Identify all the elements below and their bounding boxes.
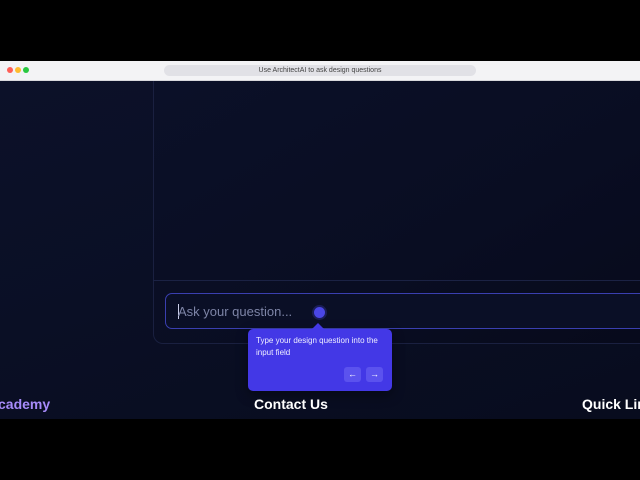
address-bar[interactable]: Use ArchitectAI to ask design questions <box>164 65 476 76</box>
tour-prev-button[interactable]: ← <box>344 367 361 382</box>
title-bar: Use ArchitectAI to ask design questions <box>0 61 640 81</box>
arrow-left-icon: ← <box>348 369 357 379</box>
page-content: Type your design question into the input… <box>0 81 640 419</box>
close-window-button[interactable] <box>7 67 13 73</box>
chat-panel-divider <box>153 280 640 281</box>
footer-quick-links-heading: Quick Lin <box>582 396 640 412</box>
tooltip-text: Type your design question into the input… <box>256 336 378 357</box>
tour-next-button[interactable]: → <box>366 367 383 382</box>
tour-beacon[interactable] <box>314 307 325 318</box>
footer-brand[interactable]: cademy <box>0 396 50 412</box>
footer-contact-heading: Contact Us <box>254 396 328 412</box>
tooltip-arrow <box>312 323 324 329</box>
question-input-container[interactable] <box>165 293 640 329</box>
arrow-right-icon: → <box>370 369 379 379</box>
minimize-window-button[interactable] <box>15 67 21 73</box>
browser-window: Use ArchitectAI to ask design questions … <box>0 61 640 419</box>
question-input[interactable] <box>178 294 578 328</box>
maximize-window-button[interactable] <box>23 67 29 73</box>
tour-tooltip: Type your design question into the input… <box>248 323 392 391</box>
